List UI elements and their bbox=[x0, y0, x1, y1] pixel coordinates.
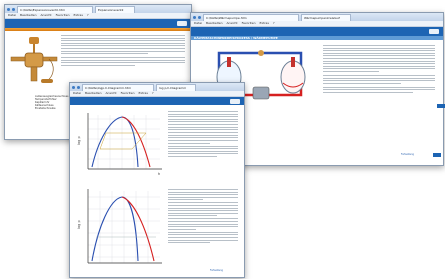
menu-favorites[interactable]: Favoriten bbox=[56, 13, 70, 18]
legend-list: Außenausgleichsanschluss Temperaturfühle… bbox=[35, 95, 68, 110]
tab-log-ph[interactable]: log p,h-Diagramm bbox=[156, 83, 196, 91]
menu-extras[interactable]: Extras bbox=[138, 91, 147, 96]
back-icon[interactable] bbox=[193, 15, 196, 19]
menu-view[interactable]: Ansicht bbox=[41, 13, 52, 18]
header-band bbox=[5, 19, 191, 28]
address-bar[interactable]: C:\Kälte\Expansionsventil.htm bbox=[17, 5, 93, 13]
header-band bbox=[191, 27, 443, 36]
menu-file[interactable]: Datei bbox=[73, 91, 81, 96]
saturation-curve-liquid bbox=[91, 196, 139, 262]
menu-view[interactable]: Ansicht bbox=[227, 21, 238, 26]
description-text bbox=[323, 45, 435, 95]
continue-link[interactable]: Fortsetzung bbox=[210, 269, 223, 272]
menu-file[interactable]: Datei bbox=[194, 21, 202, 26]
menu-edit[interactable]: Bearbeiten bbox=[206, 21, 222, 26]
menu-favorites[interactable]: Favoriten bbox=[121, 91, 135, 96]
menu-extras[interactable]: Extras bbox=[259, 21, 268, 26]
back-icon[interactable] bbox=[72, 85, 75, 89]
forward-icon[interactable] bbox=[198, 15, 201, 19]
forward-icon[interactable] bbox=[77, 85, 80, 89]
valve-cap bbox=[29, 37, 39, 44]
menu-favorites[interactable]: Favoriten bbox=[242, 21, 256, 26]
section-title-bar bbox=[5, 28, 191, 31]
tab-bar: C:\Kälte\Wärmepumpe.htm Wärmepumpenkreis… bbox=[191, 13, 443, 21]
back-icon[interactable] bbox=[7, 7, 10, 11]
menu-edit[interactable]: Bearbeiten bbox=[85, 91, 101, 96]
log-ph-diagram-bottom: log p bbox=[77, 189, 162, 264]
logo bbox=[177, 21, 187, 26]
logo bbox=[429, 29, 439, 34]
side-button[interactable] bbox=[437, 104, 445, 108]
tab-heat-pump[interactable]: Wärmepumpenkreislauf bbox=[301, 13, 351, 21]
expansion-valve bbox=[258, 50, 264, 56]
tab-bar: C:\Kälte\logp-h-Diagramm.htm log p,h-Dia… bbox=[70, 83, 244, 91]
menu-help[interactable]: ? bbox=[273, 21, 275, 26]
address-bar[interactable]: C:\Kälte\Wärmepumpe.htm bbox=[203, 13, 299, 21]
continue-link[interactable]: Fortsetzung bbox=[401, 153, 414, 156]
header-band bbox=[70, 97, 244, 105]
forward-icon[interactable] bbox=[12, 7, 15, 11]
menu-file[interactable]: Datei bbox=[8, 13, 16, 18]
valve-body bbox=[24, 52, 44, 68]
menu-help[interactable]: ? bbox=[152, 91, 154, 96]
log-ph-diagram-top: log p h bbox=[77, 113, 162, 176]
address-bar[interactable]: C:\Kälte\logp-h-Diagramm.htm bbox=[82, 83, 154, 91]
menu-view[interactable]: Ansicht bbox=[106, 91, 117, 96]
tab-bar: C:\Kälte\Expansionsventil.htm Expansions… bbox=[5, 5, 191, 13]
diagram-text-top bbox=[168, 111, 238, 159]
expansion-valve-illustration bbox=[10, 37, 58, 83]
side-button[interactable] bbox=[433, 153, 441, 157]
window-log-ph-diagram[interactable]: C:\Kälte\logp-h-Diagramm.htm log p,h-Dia… bbox=[69, 82, 245, 278]
legend-item: Einstellschraube bbox=[35, 107, 56, 110]
section-title: KÄLTEMASCHINENKREISPROZESS / WÄRMEPUMPE bbox=[191, 36, 443, 40]
y-axis-label: log p bbox=[77, 136, 81, 145]
x-axis-label: h bbox=[158, 172, 160, 176]
logo bbox=[230, 98, 240, 104]
menu-edit[interactable]: Bearbeiten bbox=[20, 13, 36, 18]
saturation-curve-liquid bbox=[91, 116, 139, 168]
description-text bbox=[61, 35, 185, 68]
y-axis-label: log p bbox=[77, 220, 81, 229]
tab-expansion-valve[interactable]: Expansionsventil bbox=[95, 5, 135, 13]
diagram-text-bottom bbox=[168, 189, 238, 245]
menu-help[interactable]: ? bbox=[87, 13, 89, 18]
menu-extras[interactable]: Extras bbox=[73, 13, 82, 18]
compressor bbox=[252, 86, 270, 100]
